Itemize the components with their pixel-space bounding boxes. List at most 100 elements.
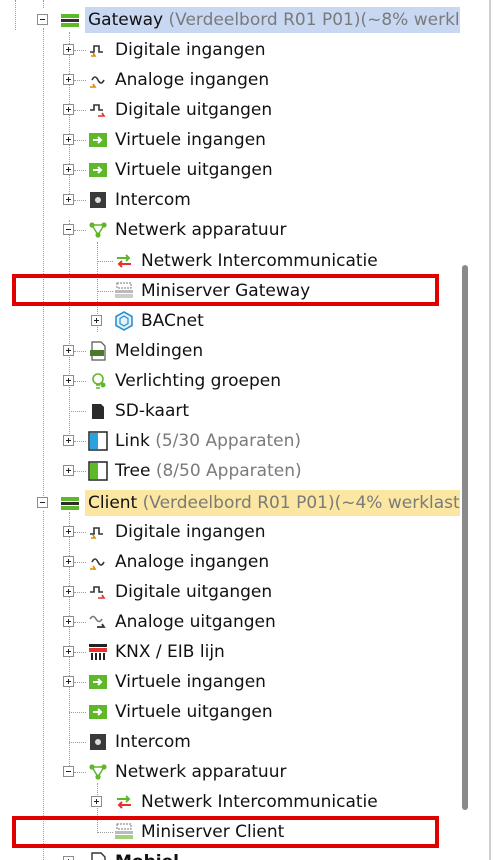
node-label: Analoge uitgangen — [115, 612, 276, 632]
tree-line — [74, 140, 86, 141]
tree-node-analoge-uitgangen[interactable]: Analoge uitgangen — [0, 609, 400, 635]
node-label: SD-kaart — [115, 401, 190, 421]
expand-toggle[interactable] — [63, 676, 74, 687]
network-devices-icon — [89, 222, 107, 238]
tree-line — [74, 170, 86, 171]
scrollbar-thumb[interactable] — [462, 265, 468, 810]
expand-toggle[interactable] — [63, 616, 74, 627]
expand-toggle[interactable] — [63, 164, 74, 175]
tree-line — [69, 712, 86, 713]
tree-line — [74, 682, 86, 683]
tree-label: Tree — [115, 461, 151, 481]
tree-node-meldingen[interactable]: Meldingen — [0, 338, 400, 364]
expand-toggle[interactable] — [63, 74, 74, 85]
collapse-toggle[interactable] — [37, 497, 48, 508]
expand-toggle[interactable] — [63, 556, 74, 567]
lighting-group-icon — [92, 373, 106, 389]
analog-input-icon — [90, 76, 105, 88]
tree-node-virtuele-ingangen[interactable]: Virtuele ingangen — [0, 127, 400, 153]
tree-node-virtuele-ingangen[interactable]: Virtuele ingangen — [0, 669, 400, 695]
node-label: Digitale ingangen — [115, 522, 266, 542]
tree-line — [97, 261, 113, 262]
tree-node-virtuele-uitgangen[interactable]: Virtuele uitgangen — [0, 157, 400, 183]
tree-line — [74, 351, 86, 352]
node-label: KNX / EIB lijn — [115, 642, 225, 662]
tree-line — [69, 742, 86, 743]
tree-line — [74, 652, 86, 653]
bacnet-icon — [115, 311, 133, 331]
tree-line — [74, 592, 86, 593]
expand-toggle[interactable] — [63, 646, 74, 657]
node-label: Netwerk Intercommunicatie — [141, 792, 378, 812]
tree-node-analoge-ingangen[interactable]: Analoge ingangen — [0, 549, 400, 575]
tree-node-bacnet[interactable]: BACnet — [0, 308, 400, 334]
tree-node-netwerk-intercommunicatie[interactable]: Netwerk Intercommunicatie — [0, 248, 400, 274]
node-label: Virtuele uitgangen — [115, 702, 273, 722]
node-label: Virtuele ingangen — [115, 130, 266, 150]
intercommunication-icon — [117, 254, 131, 268]
expand-toggle[interactable] — [63, 465, 74, 476]
expand-toggle[interactable] — [63, 375, 74, 386]
tree-line — [74, 200, 86, 201]
expand-toggle[interactable] — [63, 586, 74, 597]
tree-node-digitale-uitgangen[interactable]: Digitale uitgangen — [0, 97, 400, 123]
tree-node-netwerk-apparatuur[interactable]: Netwerk apparatuur — [0, 217, 400, 243]
tree-node-netwerk-apparatuur[interactable]: Netwerk apparatuur — [0, 759, 400, 785]
expand-toggle[interactable] — [63, 44, 74, 55]
expand-toggle[interactable] — [63, 104, 74, 115]
tree-node-verlichting-groepen[interactable]: Verlichting groepen — [0, 368, 400, 394]
tree-node-digitale-ingangen[interactable]: Digitale ingangen — [0, 37, 400, 63]
tree-node-intercom[interactable]: Intercom — [0, 729, 400, 755]
expand-toggle[interactable] — [63, 194, 74, 205]
miniserver-icon — [61, 14, 79, 27]
tree-node-digitale-uitgangen[interactable]: Digitale uitgangen — [0, 579, 400, 605]
gateway-detail: (Verdeelbord R01 P01)(~8% werklast) — [168, 10, 493, 30]
node-label: Link (5/30 Apparaten) — [115, 428, 301, 454]
tree-node-intercom[interactable]: Intercom — [0, 187, 400, 213]
tree-node-client[interactable]: Client (Verdeelbord R01 P01)(~4% werklas… — [0, 490, 471, 516]
client-label: Client — [88, 493, 138, 513]
tree-node-sd-kaart[interactable]: SD-kaart — [0, 398, 400, 424]
virtual-output-icon — [89, 705, 107, 719]
analog-output-icon — [89, 615, 106, 628]
intercommunication-icon — [117, 795, 131, 809]
virtual-input-icon — [89, 675, 107, 689]
tree-detail: (8/50 Apparaten) — [155, 461, 302, 481]
collapse-toggle[interactable] — [63, 766, 74, 777]
expand-toggle[interactable] — [63, 526, 74, 537]
tree-node-virtuele-uitgangen[interactable]: Virtuele uitgangen — [0, 699, 400, 725]
node-label: Mobiel — [115, 849, 179, 860]
tree-line — [74, 772, 86, 773]
intercom-icon — [90, 734, 106, 750]
digital-output-icon — [90, 586, 106, 599]
node-label: Digitale ingangen — [115, 40, 266, 60]
tree-node-knx[interactable]: KNX / EIB lijn — [0, 639, 400, 665]
tree-node-tree[interactable]: Tree (8/50 Apparaten) — [0, 458, 400, 484]
tree-icon — [88, 461, 108, 481]
tree-node-cut-off[interactable]: Mobiel — [0, 849, 400, 860]
tree-line — [74, 381, 86, 382]
expand-toggle[interactable] — [91, 315, 102, 326]
tree-node-link[interactable]: Link (5/30 Apparaten) — [0, 428, 400, 454]
node-label: Intercom — [115, 190, 191, 210]
annotation-box-gateway — [12, 274, 439, 306]
expand-toggle[interactable] — [63, 856, 74, 860]
link-icon — [88, 431, 108, 451]
tree-node-netwerk-intercommunicatie[interactable]: Netwerk Intercommunicatie — [0, 789, 400, 815]
collapse-toggle[interactable] — [63, 224, 74, 235]
analog-input-icon — [90, 558, 105, 570]
collapse-toggle[interactable] — [37, 14, 48, 25]
virtual-output-icon — [89, 163, 107, 177]
tree-node-digitale-ingangen[interactable]: Digitale ingangen — [0, 519, 400, 545]
annotation-box-client — [12, 816, 439, 848]
tree-node-gateway[interactable]: Gateway (Verdeelbord R01 P01)(~8% werkla… — [0, 7, 497, 33]
expand-toggle[interactable] — [63, 345, 74, 356]
tree-node-analoge-ingangen[interactable]: Analoge ingangen — [0, 67, 400, 93]
expand-toggle[interactable] — [63, 134, 74, 145]
expand-toggle[interactable] — [91, 796, 102, 807]
tree-line — [74, 622, 86, 623]
client-detail: (Verdeelbord R01 P01)(~4% werklast) — [142, 493, 467, 513]
expand-toggle[interactable] — [63, 435, 74, 446]
node-label: Netwerk Intercommunicatie — [141, 251, 378, 271]
digital-output-icon — [90, 104, 106, 117]
